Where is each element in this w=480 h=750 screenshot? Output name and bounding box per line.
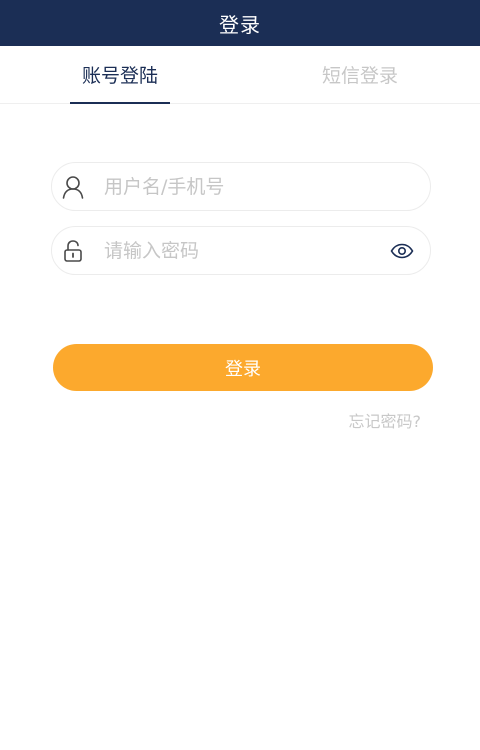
forgot-password-link[interactable]: 忘记密码? xyxy=(349,408,422,432)
tab-sms-login[interactable]: 短信登录 xyxy=(240,46,480,103)
login-tabs: 账号登陆 短信登录 xyxy=(0,46,480,104)
active-tab-indicator xyxy=(70,102,170,104)
password-input[interactable] xyxy=(104,239,364,262)
page-title: 登录 xyxy=(219,12,261,37)
eye-icon[interactable] xyxy=(390,243,414,259)
username-field[interactable] xyxy=(51,162,431,211)
tab-account-login[interactable]: 账号登陆 xyxy=(0,46,240,104)
tab-sms-login-label: 短信登录 xyxy=(321,65,398,87)
username-input[interactable] xyxy=(104,175,364,198)
password-field[interactable] xyxy=(51,226,431,275)
user-icon xyxy=(62,175,84,199)
lock-icon xyxy=(62,239,84,262)
app-header: 登录 xyxy=(0,0,480,46)
tab-account-login-label: 账号登陆 xyxy=(81,65,158,87)
login-button[interactable]: 登录 xyxy=(53,344,433,391)
